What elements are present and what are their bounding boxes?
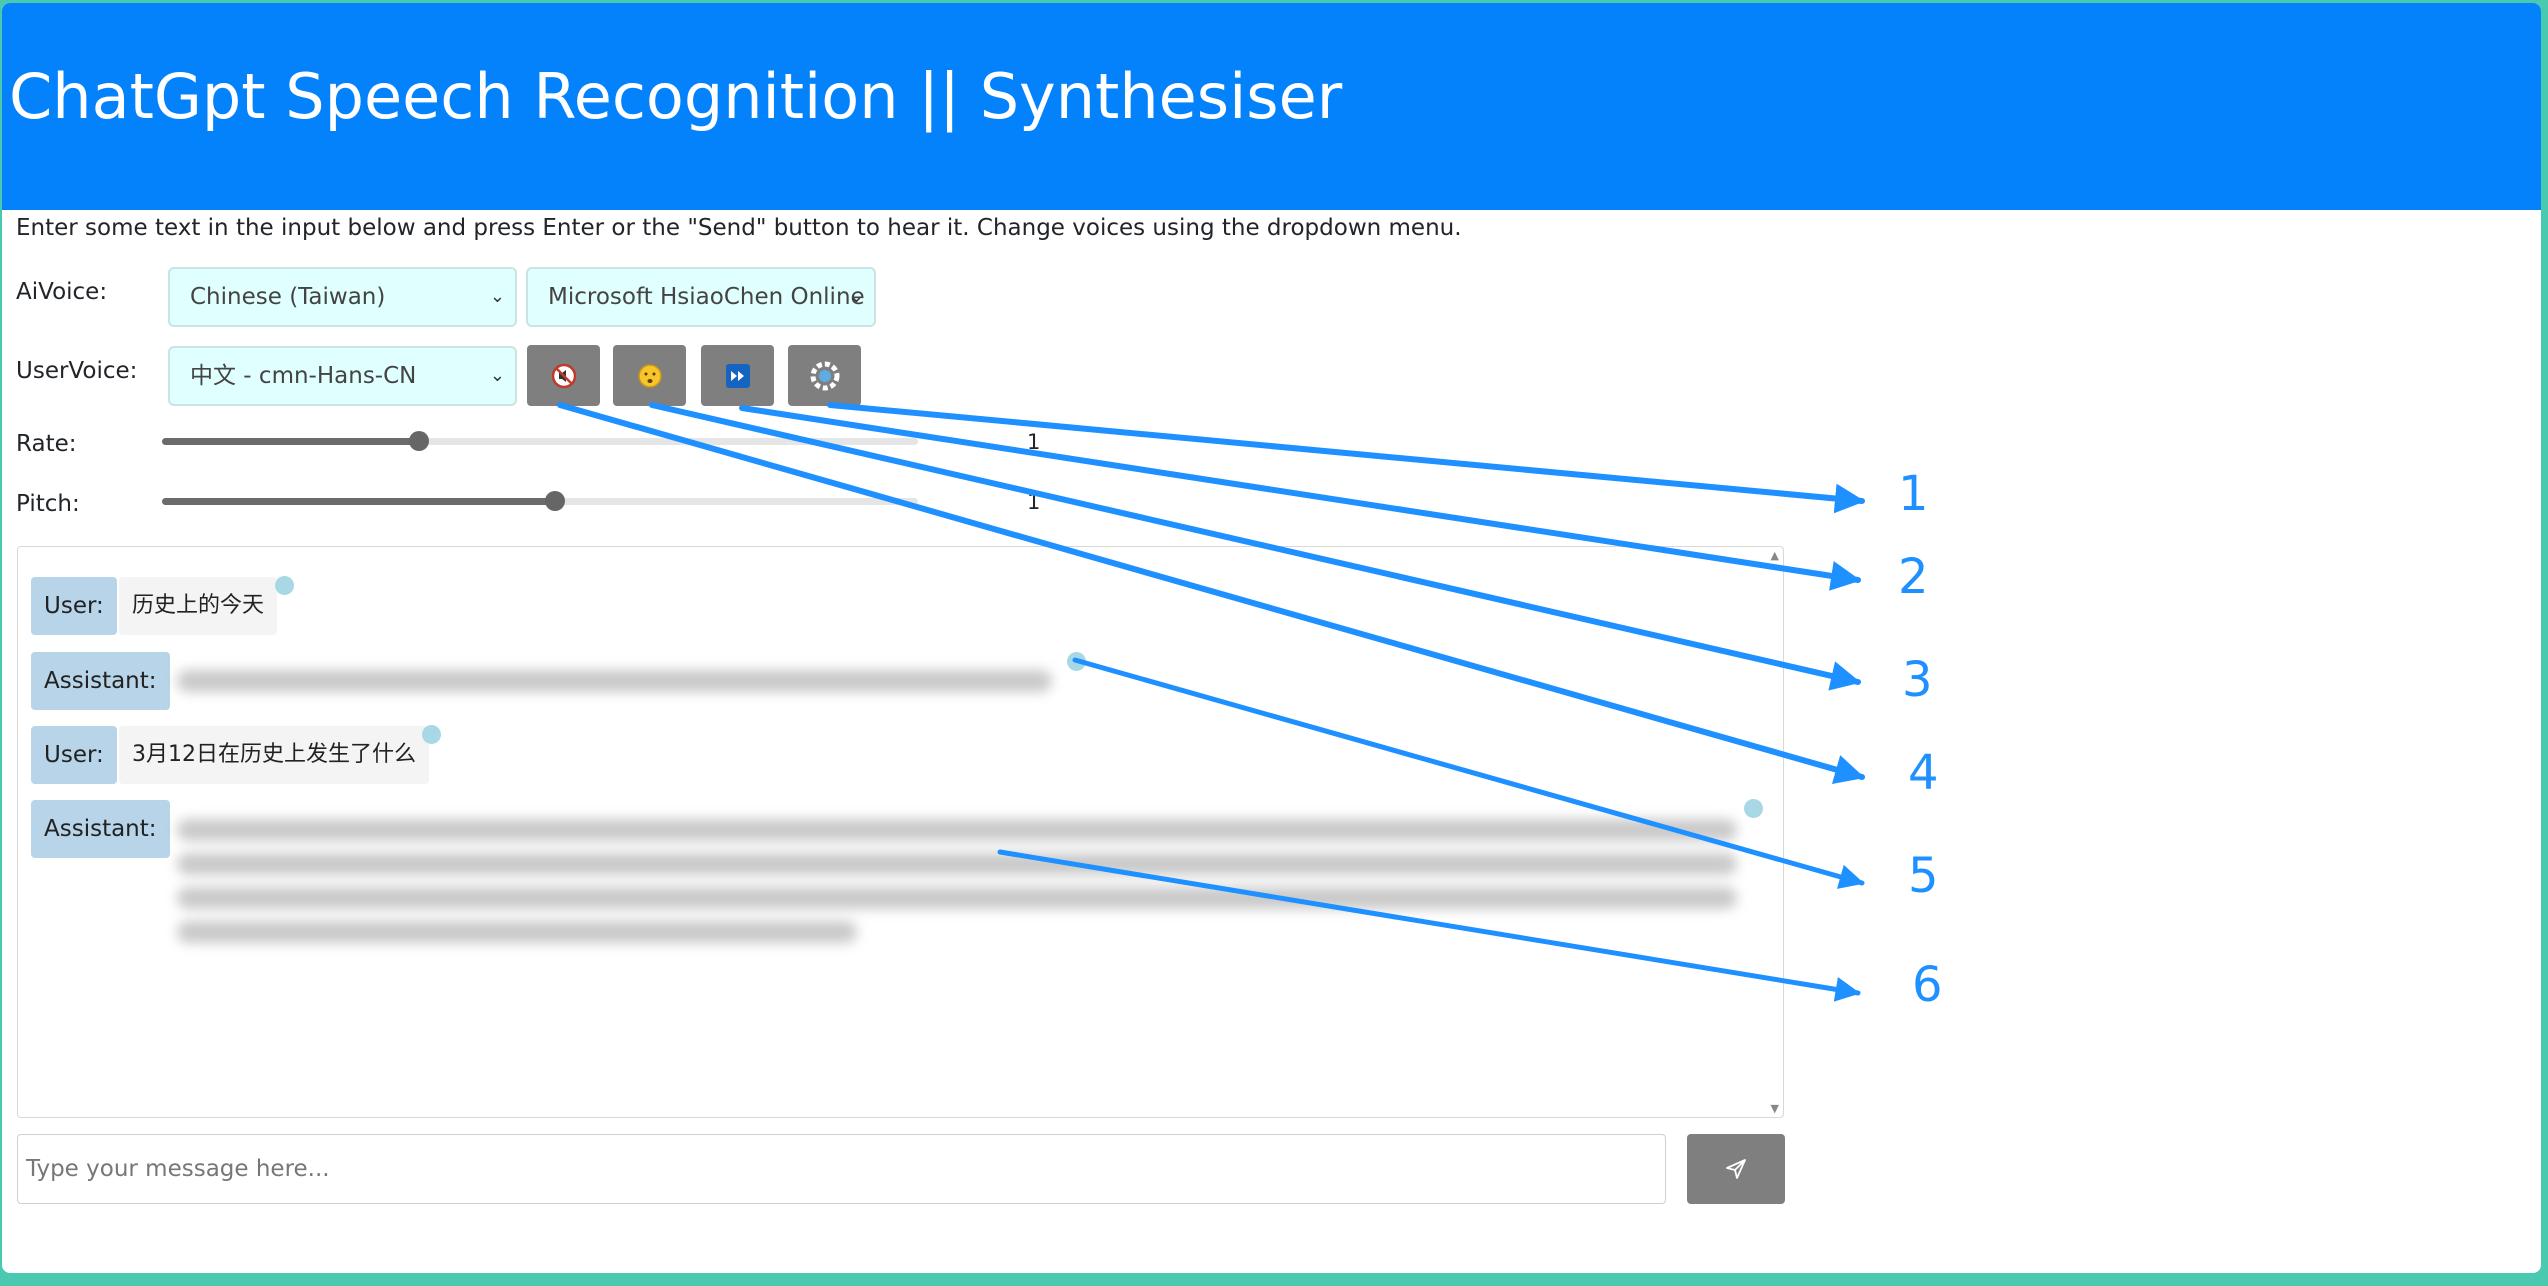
annotation-number: 3 xyxy=(1902,652,1933,708)
annotation-number: 5 xyxy=(1908,848,1939,904)
annotation-number: 6 xyxy=(1912,957,1943,1013)
arrow-5 xyxy=(1072,657,1865,889)
arrow-1 xyxy=(827,402,1865,514)
annotation-number: 2 xyxy=(1898,549,1929,605)
annotation-number: 4 xyxy=(1908,745,1939,801)
annotation-arrows xyxy=(557,402,1865,1002)
arrow-6 xyxy=(997,849,1861,1002)
arrow-4 xyxy=(557,402,1865,785)
annotation-number: 1 xyxy=(1898,466,1929,522)
